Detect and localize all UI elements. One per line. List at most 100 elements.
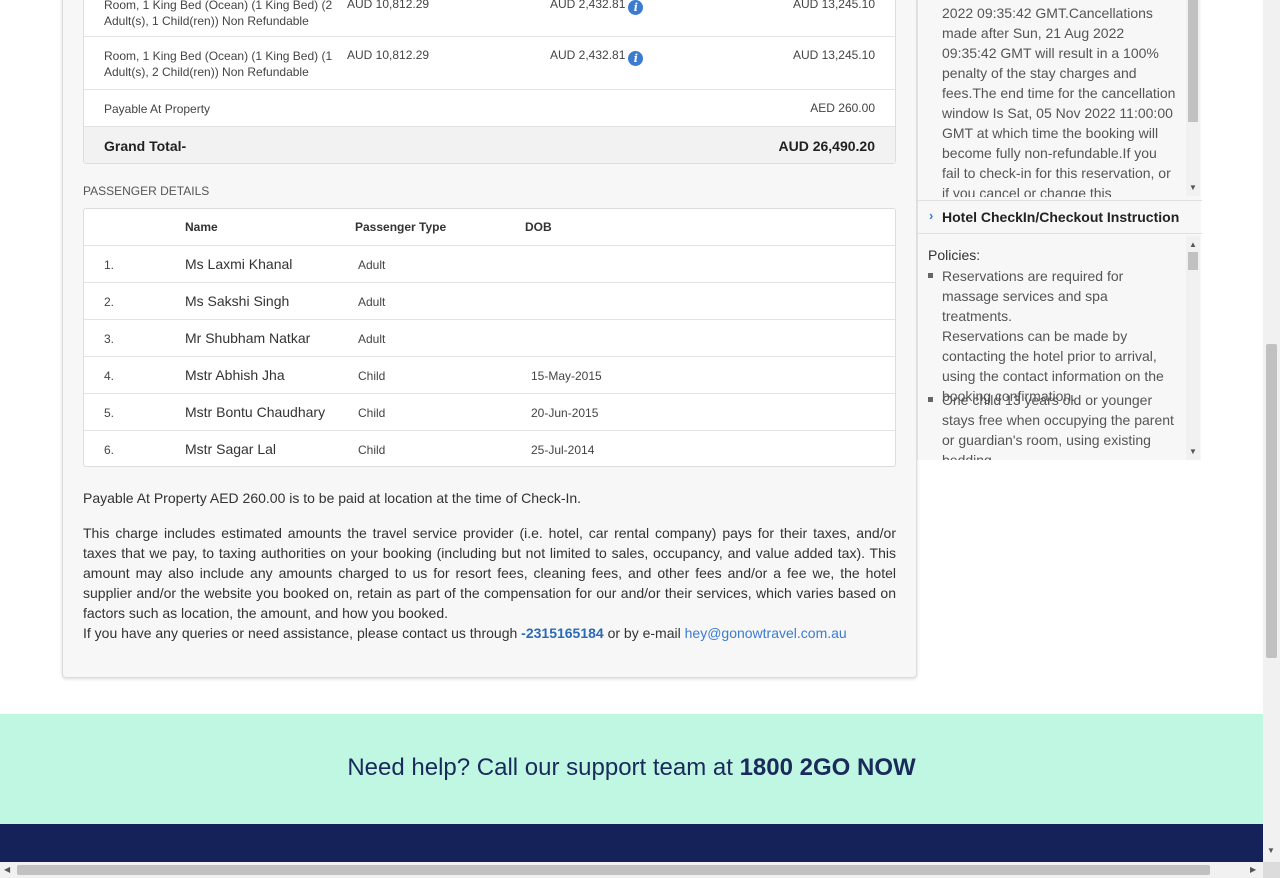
passenger-name: Mr Shubham Natkar: [185, 330, 311, 346]
policies-label: Policies:: [928, 247, 981, 263]
table-row: 5. Mstr Bontu Chaudhary Child 20-Jun-201…: [84, 394, 895, 431]
passenger-type: Adult: [358, 258, 386, 272]
fare-row: Room, 1 King Bed (Ocean) (1 King Bed) (2…: [84, 0, 895, 37]
table-row: 2. Ms Sakshi Singh Adult: [84, 283, 895, 320]
fare-description: Room, 1 King Bed (Ocean) (1 King Bed) (2…: [104, 0, 333, 28]
policy-line: penalty of the stay charges and: [942, 65, 1137, 81]
table-row: 6. Mstr Sagar Lal Child 25-Jul-2014: [84, 431, 895, 468]
info-icon[interactable]: i: [628, 0, 644, 15]
table-row: 3. Mr Shubham Natkar Adult: [84, 320, 895, 357]
support-number[interactable]: 1800 2GO NOW: [740, 754, 916, 781]
scroll-down-icon[interactable]: ▼: [1189, 447, 1197, 456]
passenger-name: Mstr Bontu Chaudhary: [185, 404, 326, 420]
policy-line: 09:35:42 GMT will result in a 100%: [942, 45, 1159, 61]
passenger-type: Child: [358, 443, 386, 457]
row-number: 2.: [104, 295, 115, 309]
passenger-dob: 15-May-2015: [531, 369, 602, 383]
fare-row: Room, 1 King Bed (Ocean) (1 King Bed) (1…: [84, 37, 895, 90]
passenger-table-header: Name Passenger Type DOB: [84, 209, 895, 246]
fare-total: AUD 13,245.10: [792, 0, 875, 11]
grand-total-label: Grand Total-: [104, 138, 187, 154]
support-text: Need help? Call our support team at 1800…: [0, 754, 1263, 782]
fare-tax: AUD 2,432.81: [550, 0, 626, 11]
contact-note: If you have any queries or need assistan…: [83, 623, 896, 643]
passenger-type: Child: [358, 406, 386, 420]
policy-item: One child 13 years old or younger stays …: [942, 390, 1178, 460]
scroll-left-icon[interactable]: ◀: [4, 865, 10, 874]
accordion-label: Hotel CheckIn/Checkout Instruction: [942, 209, 1180, 225]
passenger-section-heading: PASSENGER DETAILS: [83, 184, 210, 198]
policy-line: bedding.: [942, 452, 996, 460]
passenger-name: Mstr Abhish Jha: [185, 367, 285, 383]
passenger-name: Ms Sakshi Singh: [185, 293, 290, 309]
cancellation-policy-text: 2022 09:35:42 GMT.Cancellations made aft…: [942, 3, 1178, 197]
payable-note: Payable At Property AED 260.00 is to be …: [83, 490, 582, 506]
support-banner: Need help? Call our support team at 1800…: [0, 714, 1263, 824]
phone-link[interactable]: -2315165184: [521, 625, 604, 641]
policy-line: or guardian's room, using existing: [942, 432, 1151, 448]
fare-base: AUD 10,812.29: [347, 48, 430, 62]
policy-line: fees.The end time for the cancellation: [942, 85, 1176, 101]
fare-description: Room, 1 King Bed (Ocean) (1 King Bed) (1…: [104, 49, 333, 79]
policy-line: using the contact information on the: [942, 368, 1164, 384]
policy-item: Reservations are required for massage se…: [942, 266, 1178, 406]
hotel-info-panel: 2022 09:35:42 GMT.Cancellations made aft…: [917, 0, 1202, 460]
scroll-down-icon[interactable]: ▼: [1189, 183, 1197, 192]
payable-value: AED 260.00: [810, 101, 875, 115]
policy-line: window Is Sat, 05 Nov 2022 11:00:00: [942, 105, 1173, 121]
passenger-type: Adult: [358, 332, 386, 346]
fare-tax: AUD 2,432.81: [550, 48, 626, 62]
fare-table: Room, 1 King Bed (Ocean) (1 King Bed) (2…: [83, 0, 896, 164]
contact-prefix: If you have any queries or need assistan…: [83, 625, 518, 641]
scrollbar-corner: [1263, 862, 1280, 878]
passenger-dob: 25-Jul-2014: [531, 443, 595, 457]
policy-line: One child 13 years old or younger: [942, 392, 1153, 408]
page-horizontal-scrollbar[interactable]: ◀ ▶: [0, 862, 1263, 878]
scroll-right-icon[interactable]: ▶: [1250, 865, 1256, 874]
email-link[interactable]: hey@gonowtravel.com.au: [685, 625, 847, 641]
cancellation-scrollbar[interactable]: ▼: [1186, 0, 1200, 196]
policy-line: 2022 09:35:42 GMT.Cancellations: [942, 5, 1153, 21]
header-name: Name: [185, 220, 218, 234]
passenger-name: Mstr Sagar Lal: [185, 441, 277, 457]
footer: [0, 824, 1263, 862]
header-dob: DOB: [525, 220, 552, 234]
policies-box: Policies: Reservations are required for …: [918, 236, 1202, 460]
passenger-table: Name Passenger Type DOB 1. Ms Laxmi Khan…: [83, 208, 896, 467]
payable-row: Payable At Property AED 260.00: [84, 90, 895, 127]
policy-line: Reservations can be made by: [942, 328, 1128, 344]
charge-note: This charge includes estimated amounts t…: [83, 525, 896, 621]
row-number: 6.: [104, 443, 115, 457]
row-number: 1.: [104, 258, 115, 272]
row-number: 5.: [104, 406, 115, 420]
row-number: 3.: [104, 332, 115, 346]
passenger-type: Adult: [358, 295, 386, 309]
policy-line: if you cancel or change this: [942, 185, 1112, 197]
passenger-dob: 20-Jun-2015: [531, 406, 599, 420]
table-row: 1. Ms Laxmi Khanal Adult: [84, 246, 895, 283]
chevron-right-icon: ›: [929, 208, 934, 223]
info-icon[interactable]: i: [628, 51, 644, 66]
scrollbar-thumb[interactable]: [1266, 344, 1277, 658]
policy-line: massage services and spa treatments.: [942, 288, 1108, 324]
bullet-icon: [928, 273, 933, 278]
policy-line: GMT at which time the booking will: [942, 125, 1159, 141]
scroll-down-icon[interactable]: ▼: [1267, 846, 1275, 855]
contact-mid: or by e-mail: [607, 625, 681, 641]
policy-line: fail to check-in for this reservation, o…: [942, 165, 1171, 181]
payable-label: Payable At Property: [104, 102, 211, 116]
grand-total-row: Grand Total- AUD 26,490.20: [84, 127, 895, 163]
policy-line: made after Sun, 21 Aug 2022: [942, 25, 1125, 41]
checkin-instruction-accordion[interactable]: › Hotel CheckIn/Checkout Instruction: [918, 200, 1202, 234]
scrollbar-thumb[interactable]: [1188, 0, 1198, 122]
policy-line: contacting the hotel prior to arrival,: [942, 348, 1157, 364]
grand-total-value: AUD 26,490.20: [778, 138, 875, 154]
scrollbar-thumb[interactable]: [17, 865, 1210, 875]
policies-scrollbar[interactable]: ▲ ▼: [1186, 236, 1200, 460]
support-prefix: Need help? Call our support team at: [347, 754, 733, 781]
table-row: 4. Mstr Abhish Jha Child 15-May-2015: [84, 357, 895, 394]
page-vertical-scrollbar[interactable]: ▼: [1263, 0, 1280, 862]
scrollbar-thumb[interactable]: [1188, 252, 1198, 270]
fare-base: AUD 10,812.29: [347, 0, 430, 11]
scroll-up-icon[interactable]: ▲: [1189, 240, 1197, 249]
